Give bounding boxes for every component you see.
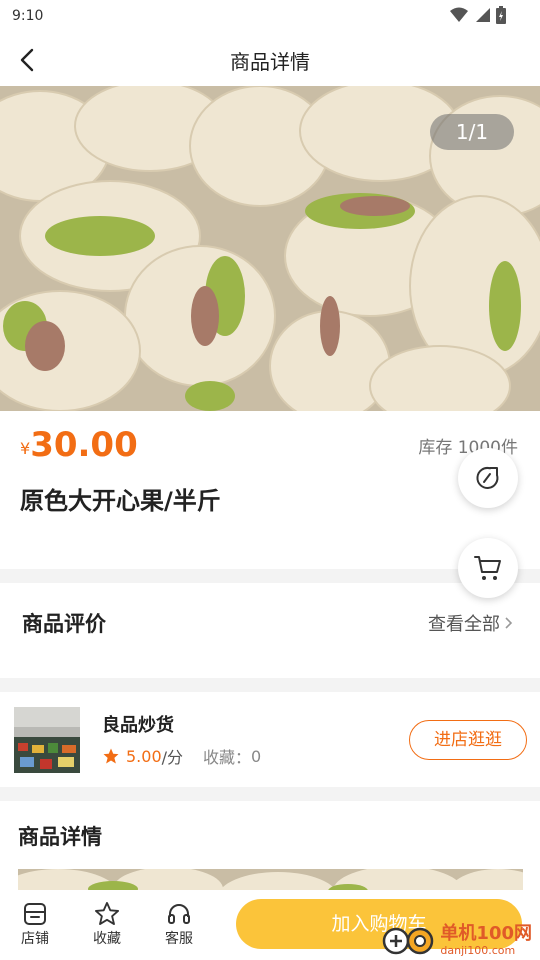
cart-shortcut-button[interactable]: [458, 538, 518, 598]
bottom-action-bar: 店铺 收藏 客服 加入购物车 单机100网 danji100.com: [0, 890, 540, 960]
image-pager: 1/1: [430, 114, 514, 150]
view-all-reviews-link[interactable]: 查看全部: [428, 610, 514, 636]
product-info-card: ¥30.00 库存 1000件 原色大开心果/半斤: [0, 411, 540, 569]
reviews-title: 商品评价: [22, 612, 106, 636]
shop-favorites-count: 0: [251, 746, 262, 766]
reviews-section: 商品评价 查看全部: [0, 583, 540, 678]
shop-name: 良品炒货: [102, 715, 174, 736]
battery-icon: [496, 6, 506, 24]
product-image-gallery[interactable]: 1/1: [0, 86, 540, 411]
shop-rating-unit: /分: [161, 748, 184, 767]
view-all-label: 查看全部: [428, 614, 500, 635]
star-filled-icon: [103, 748, 119, 764]
share-button[interactable]: [458, 448, 518, 508]
watermark-logo-icon: [383, 927, 434, 954]
currency-symbol: ¥: [20, 439, 31, 458]
tab-store-label: 店铺: [21, 931, 49, 947]
page-title: 商品详情: [230, 50, 310, 74]
tab-customer-service[interactable]: 客服: [154, 900, 204, 948]
shop-meta: 5.00 /分 收藏： 0: [102, 744, 261, 768]
shop-card[interactable]: 良品炒货 5.00 /分 收藏： 0 进店逛逛: [0, 692, 540, 787]
star-outline-icon: [94, 901, 120, 925]
shop-thumbnail: [14, 707, 80, 773]
status-icons: [450, 6, 506, 24]
signal-icon: [476, 8, 490, 22]
cart-icon: [474, 556, 501, 580]
wifi-icon: [450, 7, 468, 22]
tab-customer-service-label: 客服: [165, 931, 193, 947]
chevron-right-icon: [505, 617, 513, 629]
product-price: ¥30.00: [20, 425, 138, 465]
product-name: 原色大开心果/半斤: [20, 487, 221, 515]
tab-favorite-label: 收藏: [93, 931, 121, 947]
detail-title: 商品详情: [18, 825, 102, 849]
watermark-text-en: danji100.com: [440, 944, 516, 957]
price-amount: 30.00: [30, 425, 138, 465]
store-icon: [24, 903, 46, 925]
status-time: 9:10: [12, 8, 44, 24]
watermark: 单机100网 danji100.com: [382, 925, 532, 956]
watermark-text-cn: 单机100网: [440, 923, 532, 944]
shop-rating: 5.00: [126, 746, 162, 766]
headset-icon: [168, 904, 190, 924]
shop-favorites-label: 收藏：: [203, 748, 252, 767]
tab-favorite[interactable]: 收藏: [82, 900, 132, 948]
share-icon: [476, 466, 499, 489]
nav-bar: 商品详情: [0, 34, 540, 86]
tab-store[interactable]: 店铺: [10, 900, 60, 948]
status-bar: 9:10: [0, 0, 540, 34]
shop-photo: [14, 707, 80, 773]
visit-shop-button[interactable]: 进店逛逛: [409, 720, 527, 760]
